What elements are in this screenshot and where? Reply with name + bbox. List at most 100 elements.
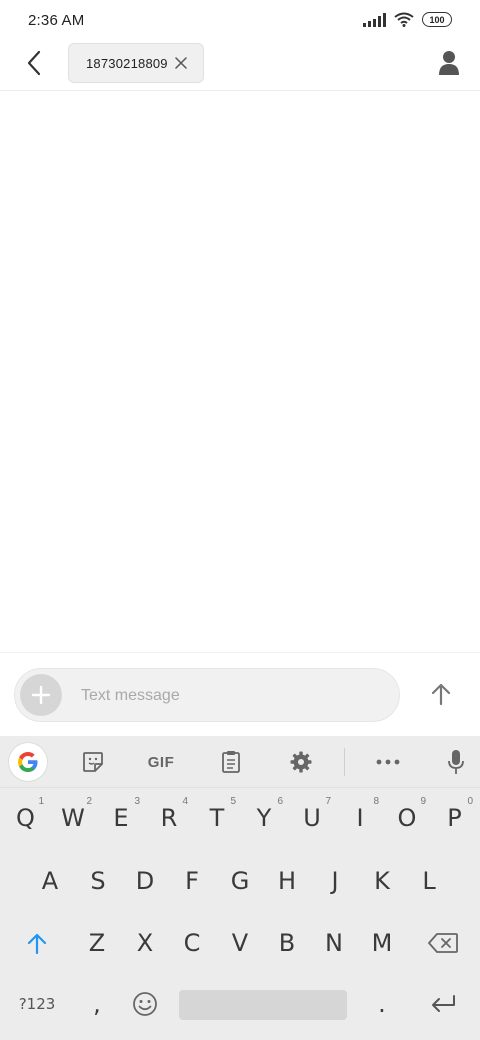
- key-label: L: [422, 867, 436, 895]
- key-y[interactable]: Y6: [241, 790, 287, 846]
- key-g[interactable]: G: [216, 853, 264, 909]
- key-row-2: A S D F G H J K L: [0, 853, 480, 909]
- key-label: O: [397, 804, 417, 832]
- key-label: S: [90, 867, 106, 895]
- key-label: C: [183, 929, 201, 957]
- key-q[interactable]: Q1: [3, 790, 48, 846]
- key-e[interactable]: E3: [98, 790, 144, 846]
- sticker-button[interactable]: [78, 744, 108, 780]
- key-f[interactable]: F: [168, 853, 216, 909]
- key-hint: 6: [277, 796, 283, 807]
- key-label: P: [447, 804, 462, 832]
- key-h[interactable]: H: [263, 853, 311, 909]
- key-k[interactable]: K: [358, 853, 406, 909]
- gif-button[interactable]: GIF: [140, 744, 182, 780]
- key-b[interactable]: B: [263, 915, 311, 971]
- key-row-4: ?123 , .: [0, 976, 480, 1032]
- key-hint: 4: [182, 796, 188, 807]
- person-icon: [439, 51, 459, 75]
- remove-recipient-button[interactable]: [173, 55, 189, 71]
- compose-bar: [0, 652, 480, 736]
- emoji-icon: [133, 992, 157, 1016]
- plus-icon: [31, 685, 51, 705]
- keyboard: G I F Q 1 W 2 E 3 R 4 T 5 Y 6 U 7 I 8 O 9 …: [0, 736, 480, 1040]
- key-label: U: [303, 804, 321, 832]
- key-m[interactable]: M: [358, 915, 406, 971]
- key-o[interactable]: O9: [384, 790, 430, 846]
- google-search-button[interactable]: [9, 743, 47, 781]
- more-button[interactable]: [372, 744, 404, 780]
- key-label: K: [374, 867, 390, 895]
- key-hint: 7: [325, 796, 331, 807]
- key-hint: 5: [230, 796, 236, 807]
- enter-key[interactable]: [410, 976, 476, 1032]
- status-bar: 2:36 AM 100: [0, 0, 480, 42]
- message-input[interactable]: [81, 685, 381, 707]
- key-label: F: [185, 867, 199, 895]
- recipient-number: 18730218809: [86, 55, 168, 71]
- key-label: B: [278, 929, 296, 957]
- backspace-key[interactable]: [410, 915, 476, 971]
- key-label: N: [325, 929, 343, 957]
- key-label: ,: [93, 990, 101, 1018]
- key-u[interactable]: U7: [289, 790, 335, 846]
- key-w[interactable]: W2: [50, 790, 96, 846]
- back-button[interactable]: [20, 48, 48, 78]
- battery-icon: 100: [422, 12, 452, 27]
- status-icons: 100: [363, 12, 452, 27]
- key-label: J: [331, 867, 339, 895]
- key-v[interactable]: V: [216, 915, 264, 971]
- spacebar[interactable]: [179, 990, 347, 1020]
- key-i[interactable]: I8: [337, 790, 383, 846]
- key-d[interactable]: D: [121, 853, 169, 909]
- clipboard-button[interactable]: [216, 744, 246, 780]
- mic-icon: [448, 750, 464, 774]
- key-row-3: Z X C V B N M: [0, 915, 480, 971]
- key-label: M: [371, 929, 393, 957]
- key-hint: 1: [38, 796, 44, 807]
- key-n[interactable]: N: [310, 915, 358, 971]
- key-l[interactable]: L: [405, 853, 453, 909]
- settings-button[interactable]: [286, 744, 316, 780]
- status-time: 2:36 AM: [28, 12, 85, 29]
- comma-key[interactable]: ,: [73, 976, 121, 1032]
- enter-icon: [432, 995, 455, 1012]
- key-label: I: [356, 804, 364, 832]
- key-z[interactable]: Z: [73, 915, 121, 971]
- voice-input-button[interactable]: [444, 744, 468, 780]
- key-s[interactable]: S: [74, 853, 122, 909]
- key-j[interactable]: J: [311, 853, 359, 909]
- key-hint: 0: [467, 796, 473, 807]
- shift-icon: [27, 933, 47, 954]
- key-label: Q: [16, 804, 35, 832]
- shift-key[interactable]: [4, 915, 70, 971]
- symbols-key[interactable]: ?123: [4, 976, 70, 1032]
- toolbar-divider: [344, 748, 345, 776]
- message-list[interactable]: [0, 92, 480, 652]
- key-label: T: [209, 804, 225, 832]
- key-a[interactable]: A: [26, 853, 74, 909]
- send-button[interactable]: [428, 679, 454, 709]
- key-label: A: [41, 867, 59, 895]
- key-label: X: [136, 929, 154, 957]
- add-attachment-button[interactable]: [20, 674, 62, 716]
- key-c[interactable]: C: [168, 915, 216, 971]
- emoji-key[interactable]: [121, 976, 169, 1032]
- key-label: E: [113, 804, 129, 832]
- key-hint: 9: [420, 796, 426, 807]
- key-label: R: [160, 804, 178, 832]
- key-r[interactable]: R4: [146, 790, 192, 846]
- key-label: D: [135, 867, 155, 895]
- recipient-chip[interactable]: 18730218809: [68, 43, 204, 83]
- wifi-icon: [394, 12, 414, 27]
- clipboard-icon: [222, 751, 240, 773]
- period-key[interactable]: .: [358, 976, 406, 1032]
- key-p[interactable]: P0: [432, 790, 477, 846]
- key-x[interactable]: X: [121, 915, 169, 971]
- key-label: V: [231, 929, 249, 957]
- key-label: .: [378, 990, 386, 1018]
- key-row-1: Q1 W2 E3 R4 T5 Y6 U7 I8 O9 P0: [0, 790, 480, 846]
- gear-icon: [290, 751, 312, 773]
- contact-button[interactable]: [438, 50, 464, 78]
- key-t[interactable]: T5: [194, 790, 240, 846]
